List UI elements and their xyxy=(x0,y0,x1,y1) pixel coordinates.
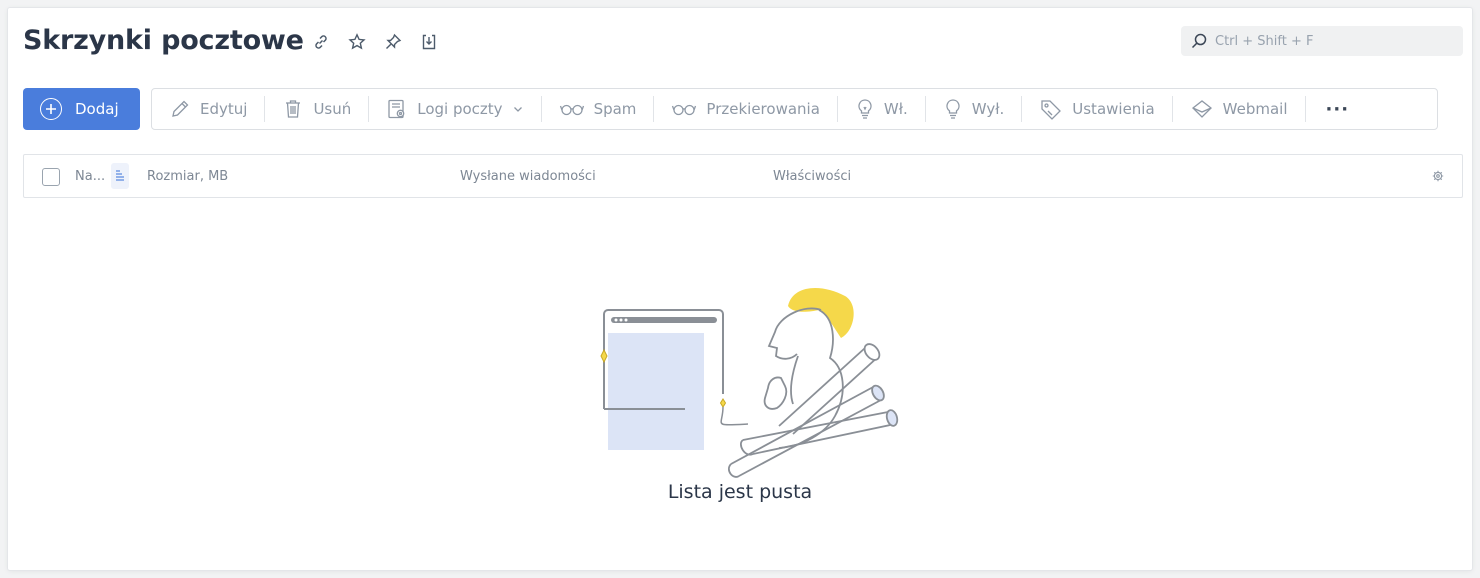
column-settings-icon[interactable] xyxy=(1430,168,1446,184)
title-actions xyxy=(309,30,441,54)
mail-logs-label: Logi poczty xyxy=(417,100,503,118)
main-card: Skrzynki pocztowe Ctrl + Shift + F Dodaj… xyxy=(8,8,1472,570)
envelope-open-icon xyxy=(1191,100,1212,118)
glasses-icon xyxy=(672,104,697,116)
plus-circle-icon xyxy=(40,98,62,120)
webmail-label: Webmail xyxy=(1222,100,1288,118)
settings-button[interactable]: Ustawienia xyxy=(1022,89,1171,129)
lightbulb-icon xyxy=(946,99,960,119)
edit-button[interactable]: Edytuj xyxy=(152,89,264,129)
action-toolbar: Edytuj Usuń Logi poczty Spam Przekierowa… xyxy=(151,88,1438,130)
link-icon[interactable] xyxy=(309,30,333,54)
redirects-label: Przekierowania xyxy=(706,100,820,118)
lightbulb-icon xyxy=(858,99,872,119)
add-button[interactable]: Dodaj xyxy=(23,88,140,130)
table-header: Na... Rozmiar, MB Wysłane wiadomości Wła… xyxy=(23,154,1463,198)
redirects-button[interactable]: Przekierowania xyxy=(654,89,836,129)
edit-label: Edytuj xyxy=(200,100,248,118)
download-icon[interactable] xyxy=(417,30,441,54)
search-box[interactable] xyxy=(1181,26,1463,56)
star-icon[interactable] xyxy=(345,30,369,54)
empty-list-illustration xyxy=(600,287,899,478)
spam-button[interactable]: Spam xyxy=(542,89,654,129)
more-options-button[interactable]: ··· xyxy=(1306,89,1370,129)
column-size[interactable]: Rozmiar, MB xyxy=(147,169,228,184)
column-sent-messages[interactable]: Wysłane wiadomości xyxy=(460,169,596,184)
delete-label: Usuń xyxy=(313,100,352,118)
delete-button[interactable]: Usuń xyxy=(265,89,368,129)
search-icon xyxy=(1189,31,1209,51)
search-input[interactable] xyxy=(1215,33,1455,49)
chevron-down-icon xyxy=(513,107,522,112)
column-properties[interactable]: Właściwości xyxy=(773,169,851,184)
tag-icon xyxy=(1041,100,1062,120)
glasses-icon xyxy=(559,104,584,116)
disable-label: Wył. xyxy=(971,100,1005,118)
spam-label: Spam xyxy=(593,100,637,118)
webmail-button[interactable]: Webmail xyxy=(1173,89,1305,129)
trash-icon xyxy=(286,100,301,118)
log-settings-icon xyxy=(388,99,405,119)
page-title: Skrzynki pocztowe xyxy=(23,25,304,56)
select-all-checkbox[interactable] xyxy=(42,168,60,186)
empty-state-message: Lista jest pusta xyxy=(667,481,813,503)
disable-button[interactable]: Wył. xyxy=(926,89,1021,129)
enable-label: Wł. xyxy=(883,100,908,118)
sort-icon[interactable] xyxy=(111,163,129,189)
add-button-label: Dodaj xyxy=(75,100,119,118)
pencil-icon xyxy=(172,100,189,117)
enable-button[interactable]: Wł. xyxy=(838,89,925,129)
mail-logs-button[interactable]: Logi poczty xyxy=(369,89,540,129)
column-name[interactable]: Na... xyxy=(75,169,105,184)
settings-label: Ustawienia xyxy=(1072,100,1155,118)
pin-icon[interactable] xyxy=(381,30,405,54)
